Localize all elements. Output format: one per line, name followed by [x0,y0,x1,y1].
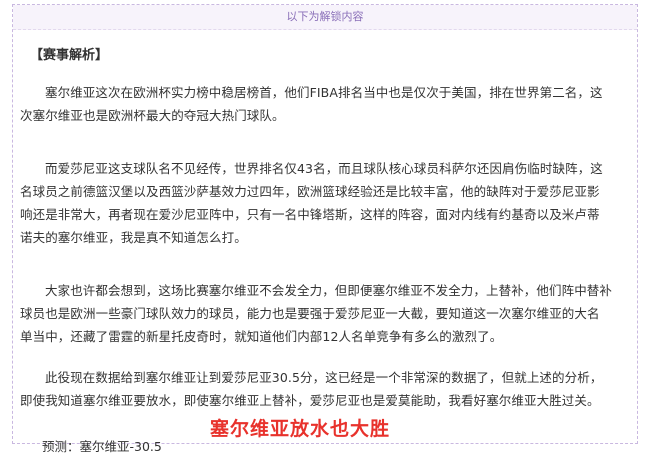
prediction-row: 预测：塞尔维亚-30.5 塞尔维亚放水也大胜 [20,418,612,454]
paragraph-bench: 大家也许都会想到，这场比赛塞尔维亚不会发全力，但即便塞尔维亚不发全力，上替补，他… [20,283,613,344]
paragraph-estonia: 而爱莎尼亚这支球队名不见经传，世界排名仅43名，而且球队核心球员科萨尔还因肩伤临… [20,161,603,245]
paragraph-ranking: 塞尔维亚这次在欧洲杯实力榜中稳居榜首，他们FIBA排名当中也是仅次于美国，排在世… [20,85,603,123]
section-title: 【赛事解析】 [30,48,109,63]
paragraph-spread: 此役现在数据给到塞尔维亚让到爱莎尼亚30.5分，这已经是一个非常深的数据了，但就… [20,370,603,408]
article-body: 【赛事解析】 塞尔维亚这次在欧洲杯实力榜中稳居榜首，他们FIBA排名当中也是仅次… [20,44,613,454]
prediction-text: 预测：塞尔维亚-30.5 [42,439,162,454]
unlock-header: 以下为解锁内容 [13,5,637,30]
